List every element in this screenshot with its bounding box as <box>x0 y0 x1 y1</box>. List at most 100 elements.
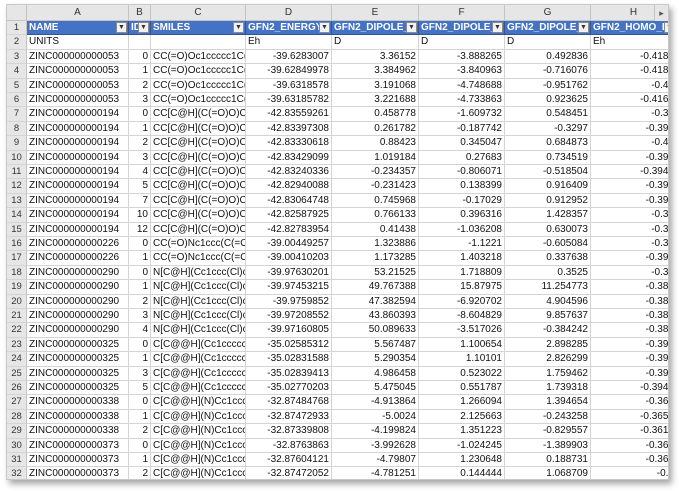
cell[interactable]: -0.393 <box>591 338 668 353</box>
row-number[interactable]: 26 <box>7 381 27 396</box>
cell[interactable]: -0.395 <box>591 179 668 194</box>
cell[interactable]: -42.82783954 <box>246 222 332 237</box>
row-number[interactable]: 9 <box>7 136 27 151</box>
cell[interactable]: 3.36152 <box>332 49 419 65</box>
row-number[interactable]: 15 <box>7 222 27 237</box>
cell[interactable]: ZINC000000000290 <box>27 309 129 324</box>
cell[interactable]: 0.345047 <box>419 136 505 151</box>
row-number[interactable]: 30 <box>7 438 27 453</box>
cell[interactable]: 43.860393 <box>332 309 419 324</box>
cell[interactable]: 12 <box>129 222 151 237</box>
cell[interactable]: -3.992628 <box>332 438 419 453</box>
cell[interactable]: 1.266094 <box>419 395 505 410</box>
cell[interactable]: CC[C@H](C(=O)O)C1 <box>151 193 246 209</box>
cell[interactable]: -0.384242 <box>505 323 591 338</box>
cell[interactable]: 1.351223 <box>419 424 505 439</box>
cell[interactable]: 11.254773 <box>505 280 591 295</box>
cell[interactable]: -1.609732 <box>419 107 505 122</box>
row-number[interactable]: 32 <box>7 467 27 479</box>
filter-dropdown-icon[interactable]: ▼ <box>406 22 417 33</box>
filter-dropdown-icon[interactable]: ▼ <box>138 22 149 33</box>
cell[interactable]: -0.39 <box>591 208 668 223</box>
cell[interactable]: 2 <box>129 78 151 93</box>
cell[interactable]: -35.02585312 <box>246 337 332 353</box>
cell[interactable]: C[C@@H](N)Cc1cccc( <box>151 467 246 479</box>
cell[interactable]: CC[C@H](C(=O)O)C1 <box>151 208 246 223</box>
cell[interactable]: 3 <box>129 366 151 381</box>
row-number[interactable]: 3 <box>7 49 27 65</box>
row-number[interactable]: 27 <box>7 395 27 410</box>
cell[interactable]: C[C@@H](N)Cc1cccc( <box>151 438 246 453</box>
cell[interactable]: 0 <box>129 237 151 252</box>
cell[interactable]: -35.02839413 <box>246 366 332 381</box>
column-heading-g[interactable]: G <box>505 5 591 21</box>
cell[interactable]: 1.173285 <box>332 251 419 266</box>
cell[interactable]: CC(=O)Oc1ccccc1C(=O <box>151 93 246 108</box>
cell[interactable]: ZINC000000000338 <box>27 424 129 439</box>
cell[interactable]: 7 <box>129 193 151 209</box>
cell[interactable]: -0.41 <box>591 79 668 93</box>
cell[interactable]: -0.380 <box>591 309 668 324</box>
cell[interactable]: -4.733863 <box>419 93 505 108</box>
cell[interactable]: -32.87604121 <box>246 453 332 468</box>
cell[interactable]: -42.83559261 <box>246 107 332 122</box>
cell[interactable]: -0.716076 <box>505 64 591 79</box>
row-number[interactable]: 11 <box>7 165 27 180</box>
cell[interactable]: 1 <box>129 453 151 468</box>
cell[interactable]: 1.428357 <box>505 208 591 223</box>
cell[interactable]: C[C@@H](N)Cc1cccc <box>151 424 246 439</box>
cell[interactable]: N[C@H](Cc1ccc(Cl)cc <box>151 265 246 281</box>
cell[interactable]: -5.0024 <box>332 409 419 425</box>
cell[interactable]: 0.916409 <box>505 179 591 194</box>
cell[interactable]: -0.4181 <box>591 50 668 65</box>
cell[interactable]: 1.759462 <box>505 366 591 381</box>
cell[interactable]: 0.41438 <box>332 222 419 237</box>
column-header-cell[interactable]: GFN2_DIPOLE_Y ▼ <box>419 21 505 36</box>
filter-dropdown-icon[interactable]: ▼ <box>664 22 668 33</box>
cell[interactable]: -0.38 <box>591 107 668 122</box>
cell[interactable]: -0.234357 <box>332 165 419 180</box>
cell[interactable]: 0.458778 <box>332 107 419 122</box>
cell[interactable]: 5 <box>129 179 151 194</box>
cell[interactable]: 0 <box>129 337 151 353</box>
column-header-cell[interactable]: GFN2_ENERGY ▼ <box>246 21 332 36</box>
cell[interactable]: 1.100654 <box>419 337 505 353</box>
cell[interactable]: -39.63185782 <box>246 93 332 108</box>
column-heading-d[interactable]: D <box>246 5 332 21</box>
cell[interactable]: 2.125663 <box>419 409 505 425</box>
cell[interactable]: 15.87975 <box>419 280 505 295</box>
cell[interactable]: 4.904596 <box>505 294 591 309</box>
column-heading-c[interactable]: C <box>151 5 246 21</box>
cell[interactable]: ZINC000000000194 <box>27 193 129 209</box>
filter-dropdown-icon[interactable]: ▼ <box>319 22 330 33</box>
cell[interactable]: ZINC000000000194 <box>27 136 129 151</box>
cell[interactable]: -35.02831588 <box>246 352 332 367</box>
cell[interactable]: -4.748688 <box>419 78 505 93</box>
cell[interactable]: 0 <box>129 395 151 410</box>
cell[interactable]: -0.40 <box>591 136 668 151</box>
cell[interactable] <box>129 35 151 50</box>
cell[interactable]: ZINC000000000325 <box>27 337 129 353</box>
cell[interactable]: C[C@@H](Cc1ccccc1 <box>151 337 246 353</box>
cell[interactable]: 0.684873 <box>505 136 591 151</box>
scroll-right-icon[interactable]: ▸ <box>654 5 668 21</box>
cell[interactable]: 0 <box>129 49 151 65</box>
cell[interactable]: D <box>419 35 505 50</box>
cell[interactable]: -0.231423 <box>332 179 419 194</box>
cell[interactable]: 0.88423 <box>332 136 419 151</box>
row-number[interactable]: 22 <box>7 323 27 338</box>
cell[interactable]: -0.364 <box>591 395 668 410</box>
cell[interactable]: 1 <box>129 64 151 79</box>
column-heading-e[interactable]: E <box>332 5 419 21</box>
cell[interactable]: -42.82587925 <box>246 208 332 223</box>
cell[interactable]: -0.398 <box>591 151 668 165</box>
cell[interactable]: 3 <box>129 150 151 165</box>
cell[interactable]: ZINC000000000194 <box>27 107 129 122</box>
row-number[interactable]: 25 <box>7 366 27 381</box>
cell[interactable]: 1.718809 <box>419 265 505 281</box>
cell[interactable]: 0.144444 <box>419 467 505 479</box>
cell[interactable]: 2.826299 <box>505 352 591 367</box>
row-number[interactable]: 2 <box>7 35 27 50</box>
cell[interactable]: -1.036208 <box>419 222 505 237</box>
cell[interactable]: -32.87472933 <box>246 409 332 425</box>
